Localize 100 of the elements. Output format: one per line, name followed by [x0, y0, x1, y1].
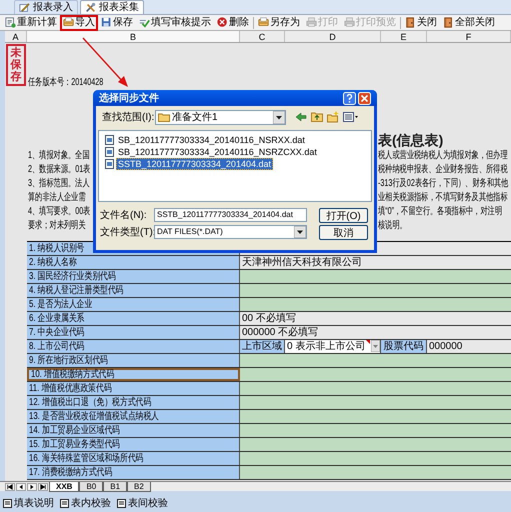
input-cell[interactable]: [240, 438, 511, 451]
folder-icon: [158, 112, 170, 122]
panel-icon: [60, 498, 69, 508]
input-cell[interactable]: [240, 466, 511, 479]
input-cell[interactable]: [240, 396, 511, 409]
label-cell[interactable]: 14. 加工贸易企业区域代码: [27, 424, 240, 437]
sheet-tab[interactable]: B2: [127, 482, 151, 492]
label-cell[interactable]: 15. 加工贸易业务类型代码: [27, 438, 240, 451]
sheet-tab[interactable]: XXB: [49, 482, 80, 492]
label-cell[interactable]: 7. 中央企业代码: [27, 326, 240, 339]
value-cell-text: 000000: [428, 340, 464, 353]
last-sheet-icon[interactable]: [38, 482, 48, 490]
close-icon[interactable]: [358, 92, 371, 104]
toolbar-button[interactable]: 重新计算: [2, 14, 60, 30]
toolbar-button[interactable]: 填写审核提示: [136, 14, 214, 30]
panel-icon: [117, 498, 126, 508]
field-label: 股票代码: [381, 340, 427, 353]
input-cell[interactable]: [240, 410, 511, 423]
folder-up-icon[interactable]: [311, 111, 323, 123]
label-cell[interactable]: 5. 是否为法人企业: [27, 298, 240, 311]
delete-icon: [217, 17, 228, 28]
floppy-icon: [101, 17, 112, 28]
label-cell[interactable]: 10. 增值税缴纳方式代码: [27, 368, 240, 381]
status-button[interactable]: 表间校验: [117, 496, 168, 510]
toolbar-button[interactable]: 保存: [98, 14, 136, 30]
label-cell[interactable]: 2. 纳税人名称: [27, 256, 240, 269]
row-label: 8. 上市公司代码: [29, 340, 84, 354]
cancel-button[interactable]: 取消: [319, 224, 368, 240]
column-header[interactable]: D: [285, 31, 381, 42]
file-name-field[interactable]: SSTB_120117777303334_201404.dat: [154, 208, 307, 222]
row-label: 11. 增值税优惠政策代码: [29, 382, 112, 396]
instruction-text: 1、填报对象。全国: [28, 148, 90, 162]
previous-sheet-icon[interactable]: [16, 482, 26, 490]
row-label: 15. 加工贸易业务类型代码: [29, 438, 120, 452]
chart-pen-icon: [19, 2, 30, 13]
toolbar-button[interactable]: 另存为: [255, 14, 303, 30]
input-cell[interactable]: [240, 354, 511, 367]
instruction-text: 核说明。: [378, 218, 407, 232]
input-cell[interactable]: [240, 284, 511, 297]
instruction-text: 填“0”，不留空行。各项指标中，对注明: [378, 204, 502, 218]
tab[interactable]: 报表录入: [14, 0, 78, 14]
column-header[interactable]: F: [427, 31, 511, 42]
back-arrow-icon[interactable]: [295, 111, 307, 123]
label-cell[interactable]: 17. 消费税缴纳方式代码: [27, 466, 240, 479]
input-cell[interactable]: [240, 298, 511, 311]
new-folder-icon[interactable]: [327, 111, 339, 123]
toolbar-button[interactable]: 删除: [214, 14, 252, 30]
printer-icon: [306, 17, 317, 28]
sheet-tab[interactable]: B1: [103, 482, 128, 492]
column-header[interactable]: B: [27, 31, 240, 42]
sheet-icon: [5, 17, 16, 28]
row-label: 9. 所在地行政区划代码: [29, 354, 108, 368]
file-type-dropdown[interactable]: DAT FILES(*.DAT): [154, 225, 307, 239]
label-cell[interactable]: 6. 企业隶属关系: [27, 312, 240, 325]
instruction-text: -313行及02表各行，下同）、财务和其他: [378, 176, 508, 190]
input-cell[interactable]: [240, 424, 511, 437]
toolbar-button[interactable]: 全部关闭: [440, 14, 498, 30]
view-menu-icon[interactable]: [343, 111, 358, 123]
label-cell[interactable]: 8. 上市公司代码: [27, 340, 240, 353]
panel-icon: [3, 498, 12, 508]
label-cell[interactable]: 12. 增值税出口退（免）税方式代码: [27, 396, 240, 409]
toolbar-button[interactable]: 关闭: [402, 14, 440, 30]
row-label: 7. 中央企业代码: [29, 326, 84, 340]
tray-icon: [63, 17, 74, 28]
door-icon: [405, 17, 416, 28]
input-cell[interactable]: [240, 270, 511, 283]
dropdown-arrow-icon: [294, 226, 306, 238]
label-cell[interactable]: 4. 纳税人登记注册类型代码: [27, 284, 240, 297]
region-dropdown[interactable]: 0 表示非上市公司: [285, 340, 381, 353]
field-label: 查找范围(I):: [102, 110, 155, 124]
label-cell[interactable]: 13. 是否营业税改征增值税试点纳税人: [27, 410, 240, 423]
version-number: 任务版本号：20140428: [28, 76, 104, 90]
input-cell[interactable]: [240, 382, 511, 395]
folder-dropdown[interactable]: 准备文件1: [155, 110, 286, 124]
status-button[interactable]: 表内校验: [60, 496, 111, 510]
label-cell[interactable]: 9. 所在地行政区划代码: [27, 354, 240, 367]
input-cell[interactable]: [240, 452, 511, 465]
row-label: 16. 海关特殊监管区域和场所代码: [29, 452, 144, 466]
row-label: 17. 消费税缴纳方式代码: [29, 466, 112, 480]
input-cell[interactable]: [240, 368, 511, 381]
open-button[interactable]: 打开(O): [319, 208, 368, 222]
sheet-tab[interactable]: B0: [79, 482, 104, 492]
file-item[interactable]: SSTB_120117777303334_201404.dat: [116, 158, 273, 170]
row-label: 6. 企业隶属关系: [29, 312, 84, 326]
row-label: 10. 增值税缴纳方式代码: [31, 368, 114, 382]
column-header[interactable]: E: [381, 31, 427, 42]
file-item[interactable]: SB_120117777303334_20140116_NSRZCXX.dat: [116, 146, 319, 158]
label-cell[interactable]: 11. 增值税优惠政策代码: [27, 382, 240, 395]
label-cell[interactable]: 3. 国民经济行业类别代码: [27, 270, 240, 283]
field-label: 上市区域: [240, 340, 285, 353]
status-button[interactable]: 填表说明: [3, 496, 54, 510]
tab[interactable]: 报表采集: [80, 0, 144, 14]
file-item[interactable]: SB_120117777303334_20140116_NSRXX.dat: [116, 134, 307, 146]
next-sheet-icon[interactable]: [27, 482, 37, 490]
column-header[interactable]: C: [240, 31, 285, 42]
first-sheet-icon[interactable]: [5, 482, 15, 490]
row-label: 5. 是否为法人企业: [29, 298, 92, 312]
help-icon[interactable]: [343, 92, 356, 104]
row-label: 1. 纳税人识别号: [29, 242, 84, 256]
label-cell[interactable]: 16. 海关特殊监管区域和场所代码: [27, 452, 240, 465]
